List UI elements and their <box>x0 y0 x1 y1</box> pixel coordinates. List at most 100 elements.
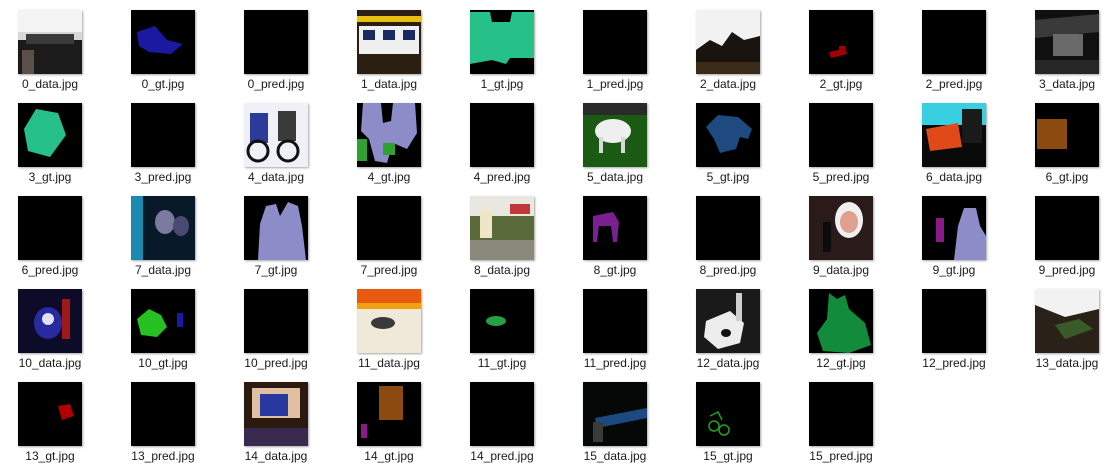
file-tile[interactable]: 10_gt.jpg <box>113 279 226 371</box>
file-tile[interactable]: 4_pred.jpg <box>452 93 565 185</box>
file-tile[interactable]: 3_data.jpg <box>1017 0 1120 92</box>
thumbnail-image <box>922 196 986 260</box>
file-tile[interactable]: 6_gt.jpg <box>1017 93 1120 185</box>
file-tile[interactable]: 8_pred.jpg <box>678 186 791 278</box>
file-tile[interactable]: 12_pred.jpg <box>904 279 1017 371</box>
thumbnail-image <box>470 382 534 446</box>
file-name: 15_pred.jpg <box>809 449 873 463</box>
file-name: 13_pred.jpg <box>131 449 195 463</box>
thumbnail-image <box>357 10 421 74</box>
file-name: 0_data.jpg <box>21 77 79 91</box>
file-name: 6_gt.jpg <box>1045 170 1089 184</box>
thumbnail-image <box>357 196 421 260</box>
file-tile[interactable]: 0_pred.jpg <box>226 0 339 92</box>
file-tile[interactable]: 3_pred.jpg <box>113 93 226 185</box>
file-tile[interactable]: 2_data.jpg <box>678 0 791 92</box>
file-tile[interactable]: 10_pred.jpg <box>226 279 339 371</box>
file-name: 11_gt.jpg <box>477 356 527 370</box>
thumbnail-image <box>470 10 534 74</box>
file-tile[interactable]: 8_gt.jpg <box>565 186 678 278</box>
file-name: 3_data.jpg <box>1038 77 1096 91</box>
file-name: 5_pred.jpg <box>812 170 870 184</box>
thumbnail-image <box>1035 289 1099 353</box>
file-name: 2_pred.jpg <box>925 77 983 91</box>
file-tile[interactable]: 11_gt.jpg <box>452 279 565 371</box>
file-tile[interactable]: 0_data.jpg <box>0 0 113 92</box>
thumbnail-image <box>244 382 308 446</box>
thumbnail-image <box>922 10 986 74</box>
file-name: 13_data.jpg <box>1035 356 1099 370</box>
file-name: 1_data.jpg <box>360 77 418 91</box>
file-tile[interactable]: 0_gt.jpg <box>113 0 226 92</box>
file-tile[interactable]: 9_pred.jpg <box>1017 186 1120 278</box>
file-name: 0_pred.jpg <box>247 77 305 91</box>
thumbnail-image <box>696 382 760 446</box>
file-tile[interactable]: 9_gt.jpg <box>904 186 1017 278</box>
file-tile[interactable]: 7_pred.jpg <box>339 186 452 278</box>
file-tile[interactable]: 7_data.jpg <box>113 186 226 278</box>
thumbnail-image <box>18 382 82 446</box>
file-tile[interactable]: 13_gt.jpg <box>0 372 113 464</box>
file-tile[interactable]: 14_data.jpg <box>226 372 339 464</box>
thumbnail-image <box>809 103 873 167</box>
file-name: 7_gt.jpg <box>254 263 298 277</box>
file-tile[interactable]: 14_gt.jpg <box>339 372 452 464</box>
thumbnail-image <box>131 382 195 446</box>
file-tile[interactable]: 5_pred.jpg <box>791 93 904 185</box>
file-name: 10_gt.jpg <box>138 356 188 370</box>
file-tile[interactable]: 12_data.jpg <box>678 279 791 371</box>
thumbnail-image <box>470 196 534 260</box>
file-name: 8_pred.jpg <box>699 263 757 277</box>
file-name: 7_data.jpg <box>134 263 192 277</box>
file-tile[interactable]: 15_data.jpg <box>565 372 678 464</box>
thumbnail-image <box>583 196 647 260</box>
file-name: 8_data.jpg <box>473 263 531 277</box>
file-tile[interactable]: 6_data.jpg <box>904 93 1017 185</box>
file-tile[interactable]: 8_data.jpg <box>452 186 565 278</box>
thumbnail-image <box>922 103 986 167</box>
file-tile[interactable]: 5_data.jpg <box>565 93 678 185</box>
file-tile[interactable]: 1_gt.jpg <box>452 0 565 92</box>
file-name: 3_pred.jpg <box>134 170 192 184</box>
file-tile[interactable]: 7_gt.jpg <box>226 186 339 278</box>
thumbnail-image <box>18 289 82 353</box>
thumbnail-image <box>1035 196 1099 260</box>
file-tile[interactable]: 2_pred.jpg <box>904 0 1017 92</box>
file-name: 14_pred.jpg <box>470 449 534 463</box>
file-name: 12_gt.jpg <box>816 356 866 370</box>
file-name: 3_gt.jpg <box>28 170 72 184</box>
file-tile[interactable]: 3_gt.jpg <box>0 93 113 185</box>
file-tile[interactable]: 14_pred.jpg <box>452 372 565 464</box>
file-tile[interactable]: 15_pred.jpg <box>791 372 904 464</box>
file-tile[interactable]: 11_data.jpg <box>339 279 452 371</box>
file-name: 6_data.jpg <box>925 170 983 184</box>
thumbnail-image <box>696 196 760 260</box>
thumbnail-image <box>583 103 647 167</box>
file-tile[interactable]: 9_data.jpg <box>791 186 904 278</box>
thumbnail-image <box>809 10 873 74</box>
thumbnail-image <box>18 103 82 167</box>
file-tile[interactable]: 11_pred.jpg <box>565 279 678 371</box>
file-tile[interactable]: 13_pred.jpg <box>113 372 226 464</box>
thumbnail-image <box>357 382 421 446</box>
file-tile[interactable]: 1_data.jpg <box>339 0 452 92</box>
file-tile[interactable]: 15_gt.jpg <box>678 372 791 464</box>
thumbnail-image <box>809 382 873 446</box>
file-tile[interactable]: 4_data.jpg <box>226 93 339 185</box>
thumbnail-image <box>470 289 534 353</box>
file-tile[interactable]: 5_gt.jpg <box>678 93 791 185</box>
thumbnail-image <box>357 103 421 167</box>
file-tile[interactable]: 2_gt.jpg <box>791 0 904 92</box>
file-tile[interactable]: 13_data.jpg <box>1017 279 1120 371</box>
file-name: 1_pred.jpg <box>586 77 644 91</box>
thumbnail-image <box>244 289 308 353</box>
file-tile[interactable]: 12_gt.jpg <box>791 279 904 371</box>
file-name: 10_pred.jpg <box>244 356 308 370</box>
file-name: 7_pred.jpg <box>360 263 418 277</box>
thumbnail-image <box>18 10 82 74</box>
thumbnail-image <box>470 103 534 167</box>
file-tile[interactable]: 1_pred.jpg <box>565 0 678 92</box>
file-tile[interactable]: 10_data.jpg <box>0 279 113 371</box>
file-tile[interactable]: 6_pred.jpg <box>0 186 113 278</box>
file-tile[interactable]: 4_gt.jpg <box>339 93 452 185</box>
